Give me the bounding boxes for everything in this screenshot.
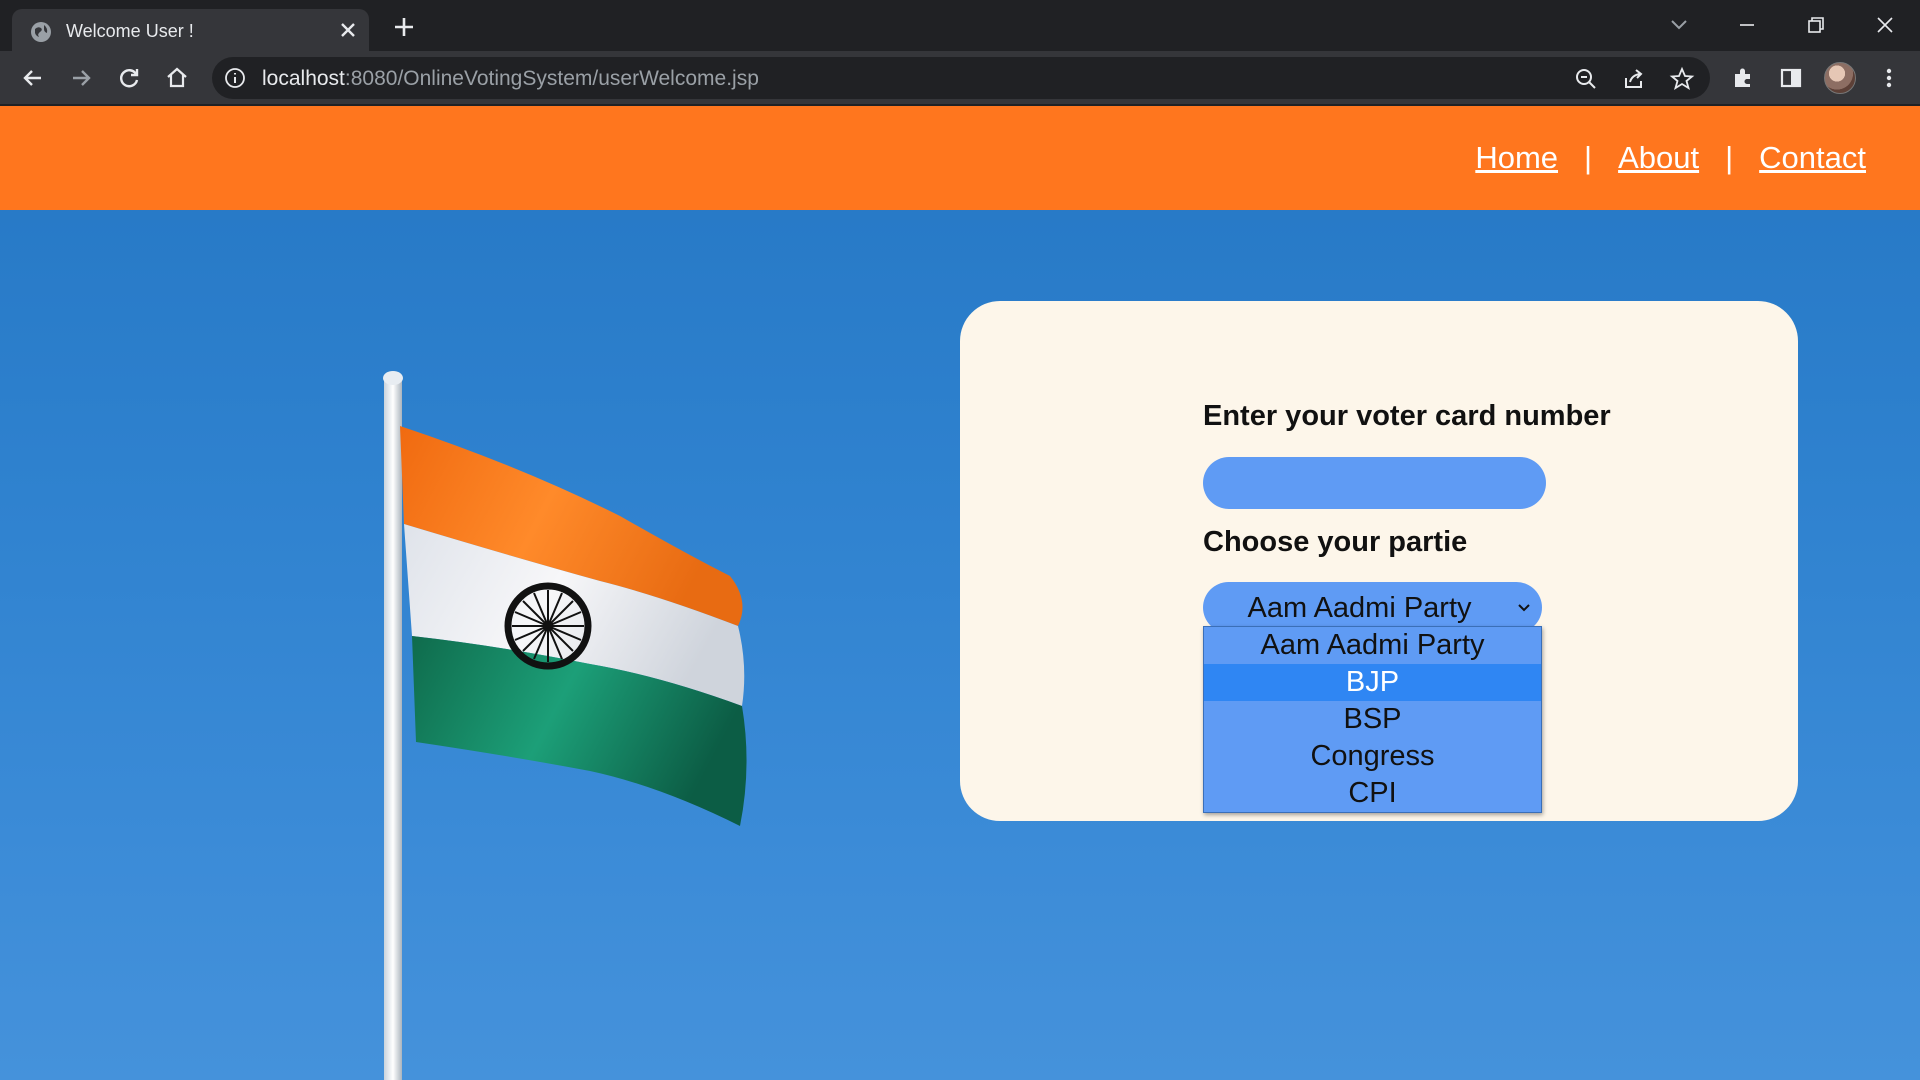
voter-card-input[interactable]: [1203, 457, 1546, 509]
vote-form-card: Enter your voter card number Choose your…: [960, 301, 1798, 821]
chevron-down-icon: [1518, 604, 1530, 612]
site-navbar: Home | About | Contact: [0, 106, 1920, 210]
browser-tab[interactable]: Welcome User !: [12, 9, 369, 51]
bookmark-star-icon[interactable]: [1669, 66, 1695, 92]
url-text[interactable]: localhost:8080/OnlineVotingSystem/userWe…: [262, 67, 759, 91]
address-bar[interactable]: localhost:8080/OnlineVotingSystem/userWe…: [212, 57, 1710, 99]
nav-links: Home | About | Contact: [1475, 140, 1866, 176]
party-option[interactable]: Congress: [1204, 738, 1541, 775]
close-window-icon[interactable]: [1870, 10, 1900, 40]
page-viewport: Home | About | Contact Enter your voter …: [0, 106, 1920, 1080]
voter-card-label: Enter your voter card number: [1203, 400, 1611, 432]
minimize-icon[interactable]: [1732, 10, 1762, 40]
nav-link-contact[interactable]: Contact: [1759, 140, 1866, 175]
browser-toolbar: localhost:8080/OnlineVotingSystem/userWe…: [0, 51, 1920, 105]
home-icon[interactable]: [163, 64, 191, 92]
profile-avatar[interactable]: [1824, 62, 1856, 94]
side-panel-icon[interactable]: [1777, 64, 1805, 92]
globe-icon: [31, 22, 51, 42]
reload-icon[interactable]: [115, 64, 143, 92]
nav-link-home[interactable]: Home: [1475, 140, 1558, 175]
nav-link-about[interactable]: About: [1618, 140, 1699, 175]
restore-icon[interactable]: [1801, 10, 1831, 40]
nav-separator: |: [1584, 140, 1593, 175]
site-info-icon[interactable]: [224, 67, 246, 89]
browser-tab-strip: Welcome User !: [0, 0, 1920, 51]
party-select-value: Aam Aadmi Party: [1247, 592, 1472, 624]
back-icon[interactable]: [19, 64, 47, 92]
party-option[interactable]: Aam Aadmi Party: [1204, 627, 1541, 664]
party-dropdown-list: Aam Aadmi Party BJP BSP Congress CPI: [1203, 626, 1542, 813]
close-tab-icon[interactable]: [336, 18, 360, 42]
party-option[interactable]: CPI: [1204, 775, 1541, 812]
zoom-icon[interactable]: [1573, 66, 1599, 92]
party-option[interactable]: BSP: [1204, 701, 1541, 738]
forward-icon[interactable]: [67, 64, 95, 92]
indian-flag-image: [383, 371, 747, 1080]
share-icon[interactable]: [1621, 66, 1647, 92]
new-tab-icon[interactable]: [390, 13, 418, 41]
tab-title: Welcome User !: [66, 21, 194, 41]
nav-separator: |: [1725, 140, 1734, 175]
extensions-icon[interactable]: [1729, 64, 1757, 92]
party-option-highlighted[interactable]: BJP: [1204, 664, 1541, 701]
party-label: Choose your partie: [1203, 526, 1468, 558]
tab-search-icon[interactable]: [1664, 10, 1694, 40]
menu-kebab-icon[interactable]: [1875, 64, 1903, 92]
